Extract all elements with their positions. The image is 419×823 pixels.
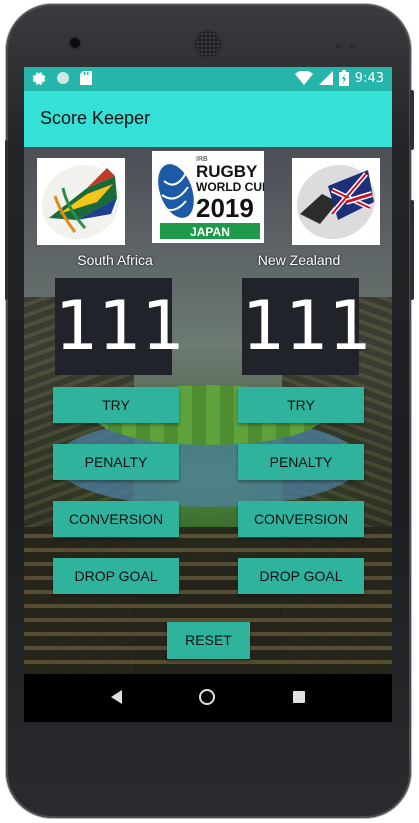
battery-icon <box>338 70 349 86</box>
south-africa-penalty-button[interactable]: PENALTY <box>53 444 179 480</box>
front-camera <box>70 38 80 48</box>
power-button <box>410 90 414 150</box>
circle-icon <box>57 72 69 84</box>
team-name-new-zealand: New Zealand <box>257 252 341 268</box>
screen: 9:43 Score Keeper IRB RUGBY WORLD CUP 20… <box>24 67 392 722</box>
score-south-africa: 111 <box>55 278 185 375</box>
rwc-japan-text: JAPAN <box>190 225 230 239</box>
new-zealand-conversion-button[interactable]: CONVERSION <box>238 501 364 537</box>
app-title: Score Keeper <box>40 108 151 128</box>
proximity-sensor <box>336 44 341 49</box>
new-zealand-drop-goal-button[interactable]: DROP GOAL <box>238 558 364 594</box>
rwc-worldcup-text: WORLD CUP <box>196 180 264 194</box>
south-africa-ball-logo <box>37 158 125 245</box>
team-name-south-africa: South Africa <box>77 252 153 268</box>
light-sensor <box>350 44 355 49</box>
main-content: IRB RUGBY WORLD CUP 2019 JAPAN South Afr… <box>24 147 392 674</box>
back-icon[interactable] <box>111 690 123 704</box>
reset-button[interactable]: RESET <box>167 622 250 659</box>
south-africa-drop-goal-button[interactable]: DROP GOAL <box>53 558 179 594</box>
south-africa-conversion-button[interactable]: CONVERSION <box>53 501 179 537</box>
rugby-world-cup-2019-logo: IRB RUGBY WORLD CUP 2019 JAPAN <box>152 151 270 243</box>
side-edge <box>5 140 8 300</box>
wifi-icon <box>294 71 313 85</box>
rwc-rugby-text: RUGBY <box>196 162 258 181</box>
new-zealand-penalty-button[interactable]: PENALTY <box>238 444 364 480</box>
status-bar: 9:43 <box>24 67 392 91</box>
gear-icon <box>32 72 46 85</box>
status-time: 9:43 <box>354 70 384 86</box>
recent-apps-icon[interactable] <box>293 691 305 703</box>
sd-card-icon <box>80 71 92 85</box>
volume-button <box>410 200 414 300</box>
app-bar: Score Keeper <box>24 91 392 147</box>
new-zealand-ball-logo <box>292 158 380 245</box>
score-new-zealand: 111 <box>242 278 372 375</box>
rwc-year-text: 2019 <box>196 193 254 223</box>
south-africa-try-button[interactable]: TRY <box>53 387 179 423</box>
navigation-bar <box>24 674 392 722</box>
signal-icon <box>318 71 333 85</box>
home-icon[interactable] <box>199 689 215 705</box>
new-zealand-try-button[interactable]: TRY <box>238 387 364 423</box>
earpiece-speaker <box>196 32 220 56</box>
